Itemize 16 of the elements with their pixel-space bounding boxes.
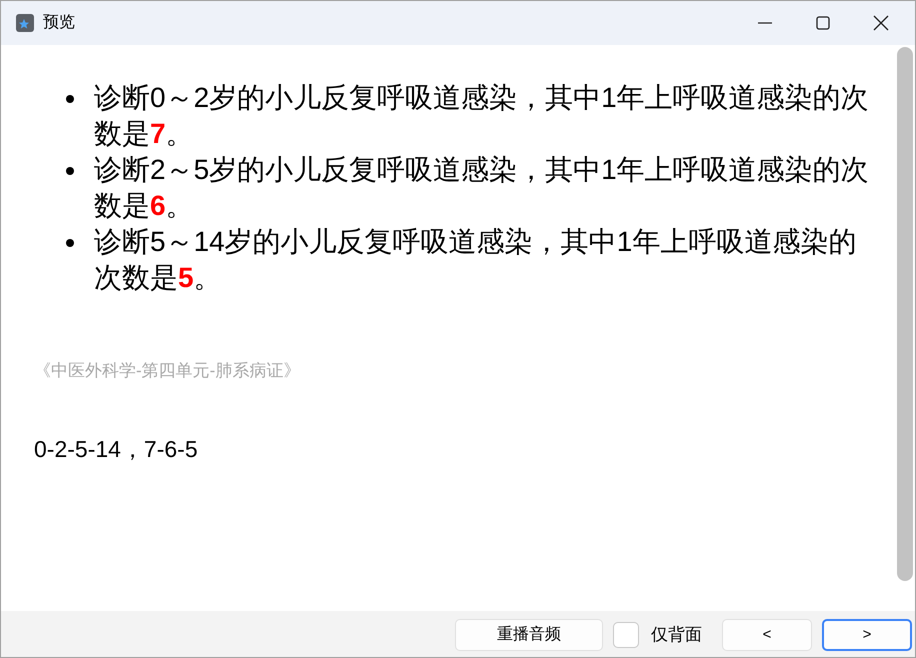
back-only-checkbox[interactable] <box>613 622 639 648</box>
close-icon <box>873 15 889 31</box>
list-item-text: 诊断0～2岁的小儿反复呼吸道感染，其中1年上呼吸道感染的次数是7。 <box>94 81 869 151</box>
window-title: 预览 <box>43 13 75 33</box>
maximize-icon <box>816 16 830 30</box>
list-item-text: 诊断5～14岁的小儿反复呼吸道感染，其中1年上呼吸道感染的次数是5。 <box>94 225 858 295</box>
previous-button[interactable]: < <box>722 619 812 651</box>
bullet-icon <box>66 95 74 103</box>
bullet-icon <box>66 239 74 247</box>
answer-text: 0-2-5-14，7-6-5 <box>34 434 199 464</box>
bullet-icon <box>66 167 74 175</box>
source-text: 《中医外科学-第四单元-肺系病证》 <box>34 360 302 382</box>
list-item-text: 诊断2～5岁的小儿反复呼吸道感染，其中1年上呼吸道感染的次数是6。 <box>94 153 869 223</box>
next-button[interactable]: > <box>822 619 912 651</box>
replay-audio-button[interactable]: 重播音频 <box>455 619 603 651</box>
back-only-label: 仅背面 <box>651 624 702 646</box>
